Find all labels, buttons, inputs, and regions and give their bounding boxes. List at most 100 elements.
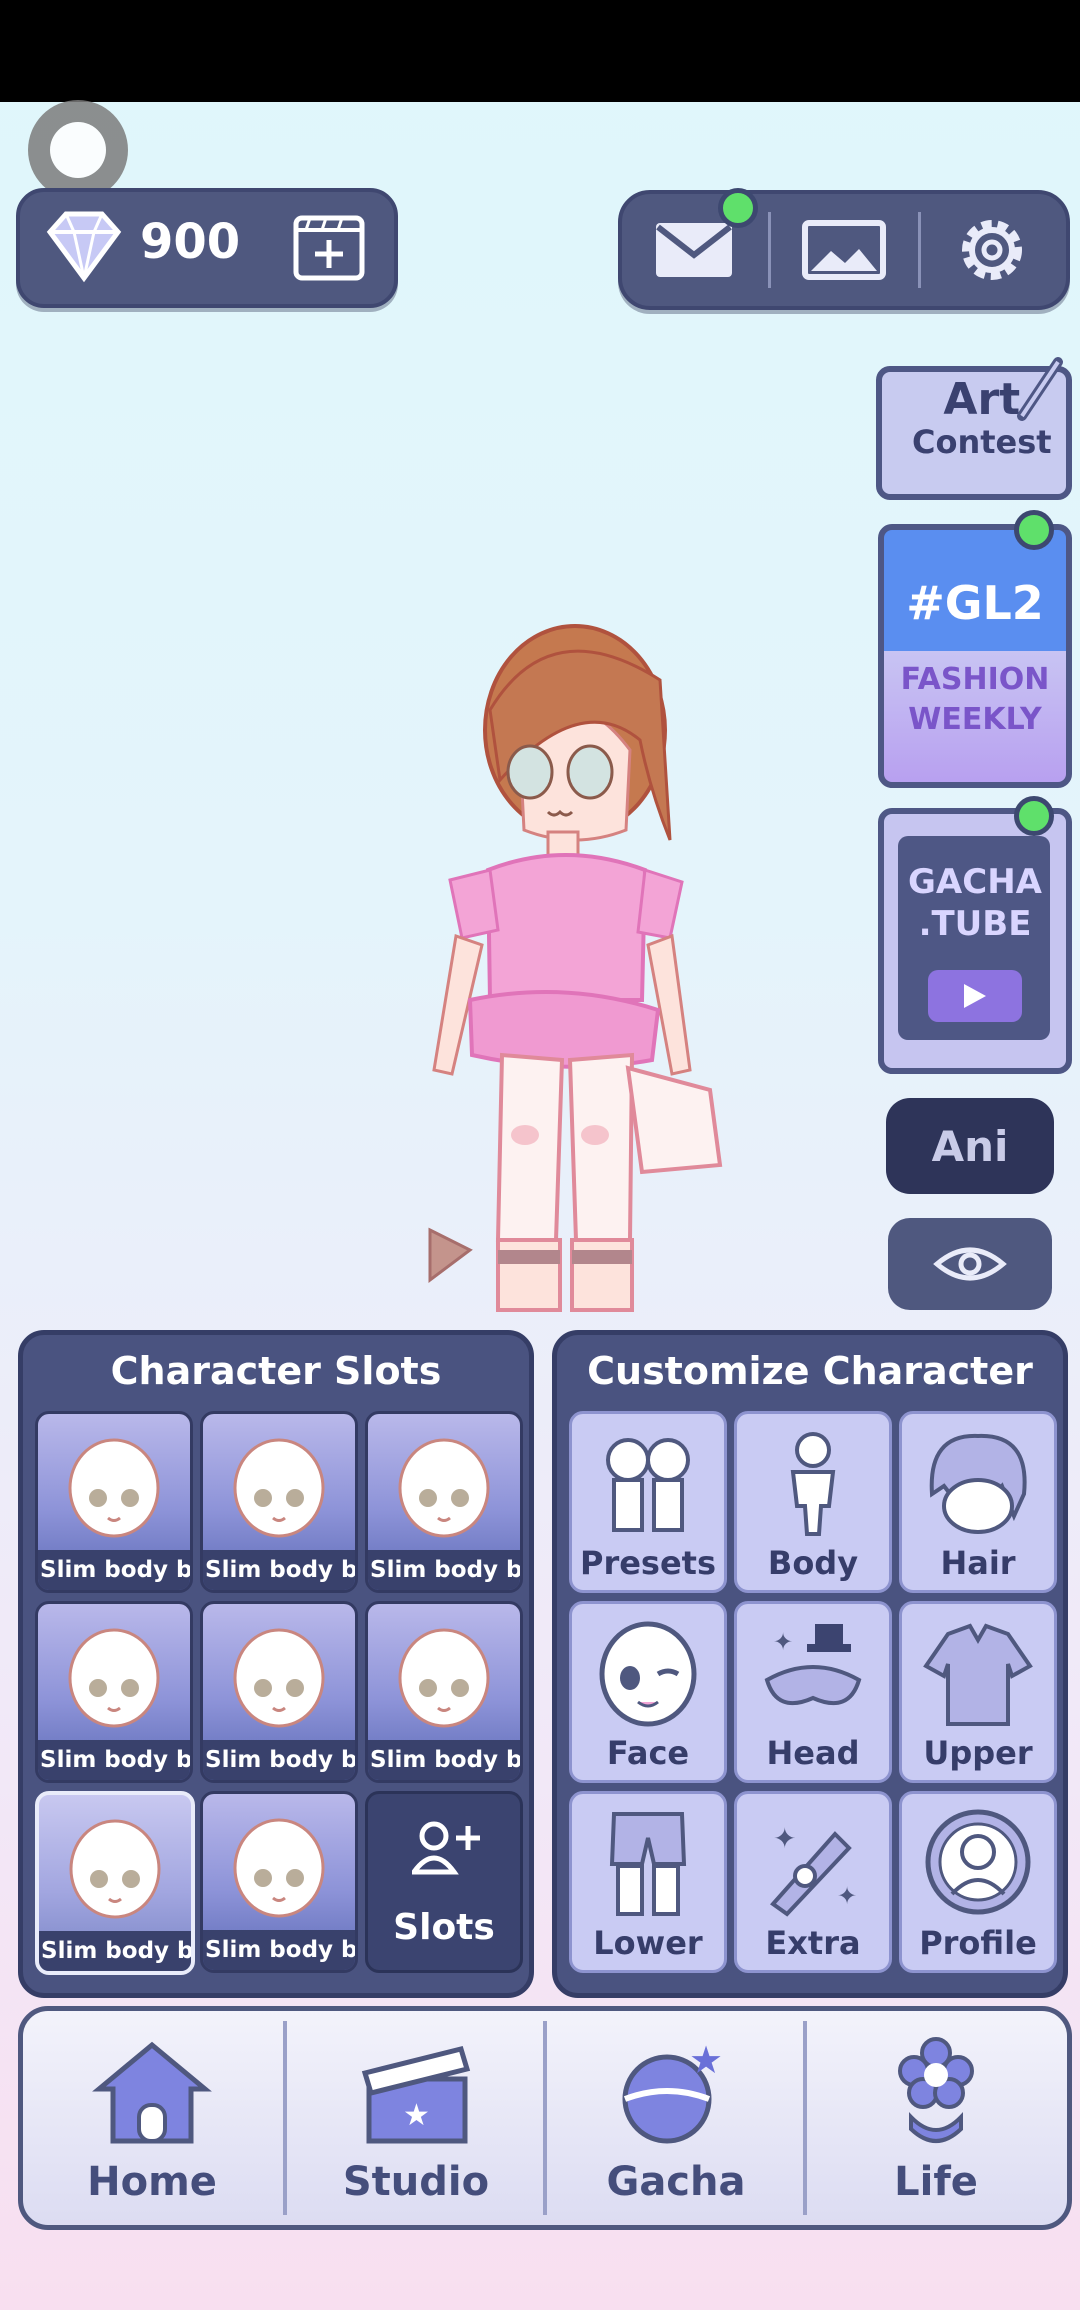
mail-icon bbox=[656, 223, 732, 277]
face-label: Face bbox=[606, 1734, 690, 1772]
svg-text:✦: ✦ bbox=[773, 1628, 793, 1656]
upper-icon bbox=[923, 1623, 1033, 1726]
character-slot-7-selected[interactable]: Slim body bas bbox=[35, 1791, 195, 1975]
character-avatar-icon bbox=[68, 1628, 160, 1728]
head-icon: ✦ bbox=[764, 1624, 862, 1706]
gallery-button[interactable] bbox=[774, 202, 914, 298]
gl2-tag: #GL2 bbox=[906, 576, 1044, 630]
gacha-tube-line2: .TUBE bbox=[918, 904, 1032, 944]
slot-label: Slim body bas bbox=[38, 1550, 190, 1590]
customize-head[interactable]: ✦ Head bbox=[734, 1601, 892, 1783]
gear-icon bbox=[962, 220, 1022, 280]
svg-text:★: ★ bbox=[403, 2098, 430, 2133]
customize-presets[interactable]: Presets bbox=[569, 1411, 727, 1593]
slot-label: Slim body bas bbox=[203, 1930, 355, 1970]
character-slot-4[interactable]: Slim body bas bbox=[35, 1601, 193, 1783]
slot-label: Slim body bas bbox=[203, 1550, 355, 1590]
art-contest-button[interactable]: Art Contest bbox=[876, 357, 1072, 500]
gacha-tube-line1: GACHA bbox=[908, 862, 1042, 902]
nav-home[interactable]: Home bbox=[23, 2011, 281, 2225]
settings-button[interactable] bbox=[922, 202, 1062, 298]
slot-label: Slim body bas bbox=[38, 1740, 190, 1780]
gem-count: 900 bbox=[140, 214, 241, 270]
nav-studio[interactable]: ★ Studio bbox=[287, 2011, 545, 2225]
character-slot-6[interactable]: Slim body bas bbox=[365, 1601, 523, 1783]
gacha-icon: ★ bbox=[622, 2038, 723, 2144]
customize-character-title: Customize Character bbox=[587, 1349, 1033, 1393]
eye-icon bbox=[933, 1247, 1007, 1281]
fashion-weekly-button[interactable]: #GL2 FASHION WEEKLY bbox=[878, 524, 1072, 788]
character-slots-panel: Character Slots Slim body bas Slim body … bbox=[18, 1330, 534, 1998]
studio-icon: ★ bbox=[361, 2045, 471, 2144]
customize-character-panel: Customize Character Presets Body Hair Fa… bbox=[552, 1330, 1068, 1998]
character-slot-5[interactable]: Slim body bas bbox=[200, 1601, 358, 1783]
svg-text:✦: ✦ bbox=[837, 1882, 857, 1910]
visibility-button[interactable] bbox=[888, 1218, 1052, 1310]
character-slot-2[interactable]: Slim body bas bbox=[200, 1411, 358, 1593]
character-slot-3[interactable]: Slim body bas bbox=[365, 1411, 523, 1593]
animation-button[interactable]: Ani bbox=[886, 1098, 1054, 1194]
pencil-icon bbox=[1017, 357, 1063, 421]
character-avatar-icon bbox=[68, 1438, 160, 1538]
extra-icon: ✦ ✦ bbox=[770, 1822, 857, 1917]
status-bar bbox=[0, 0, 1080, 102]
gacha-tube-button[interactable]: GACHA .TUBE bbox=[878, 808, 1072, 1074]
body-icon bbox=[790, 1432, 836, 1536]
top-menu-panel bbox=[618, 188, 1070, 310]
svg-text:✦: ✦ bbox=[773, 1822, 796, 1855]
play-icon bbox=[928, 970, 1022, 1022]
customize-lower[interactable]: Lower bbox=[569, 1791, 727, 1973]
add-gems-icon[interactable] bbox=[292, 214, 366, 282]
presets-icon bbox=[606, 1438, 690, 1532]
diamond-icon bbox=[46, 211, 122, 283]
nav-gacha[interactable]: ★ Gacha bbox=[547, 2011, 805, 2225]
customize-upper[interactable]: Upper bbox=[899, 1601, 1057, 1783]
character-avatar-icon bbox=[233, 1438, 325, 1538]
character-avatar-icon bbox=[69, 1819, 161, 1919]
tube-notification-dot bbox=[1014, 796, 1054, 836]
character-slot-1[interactable]: Slim body bas bbox=[35, 1411, 193, 1593]
hair-icon bbox=[929, 1433, 1027, 1534]
fashion-notification-dot bbox=[1014, 510, 1054, 550]
presets-label: Presets bbox=[579, 1544, 717, 1582]
character-slots-title: Character Slots bbox=[110, 1349, 442, 1393]
life-icon bbox=[898, 2037, 974, 2143]
floating-toggle-button[interactable] bbox=[28, 100, 128, 200]
slot-label: Slim body bas bbox=[368, 1740, 520, 1780]
hair-label: Hair bbox=[940, 1544, 1016, 1582]
add-slots-button[interactable]: Slots bbox=[365, 1791, 523, 1973]
customize-hair[interactable]: Hair bbox=[899, 1411, 1057, 1593]
nav-life-label: Life bbox=[894, 2159, 978, 2205]
extra-label: Extra bbox=[765, 1924, 861, 1962]
customize-body[interactable]: Body bbox=[734, 1411, 892, 1593]
add-user-icon bbox=[412, 1821, 480, 1875]
character-preview[interactable] bbox=[390, 600, 740, 1340]
nav-life[interactable]: Life bbox=[807, 2011, 1065, 2225]
customize-face[interactable]: Face bbox=[569, 1601, 727, 1783]
nav-gacha-label: Gacha bbox=[606, 2159, 746, 2205]
character-avatar-icon bbox=[398, 1628, 490, 1728]
bottom-navigation: Home ★ Studio ★ Gacha Life bbox=[18, 2006, 1072, 2230]
customize-profile[interactable]: Profile bbox=[899, 1791, 1057, 1973]
currency-panel: 900 bbox=[16, 188, 398, 308]
character-avatar-icon bbox=[398, 1438, 490, 1538]
image-icon bbox=[802, 220, 886, 280]
art-contest-line2: Contest bbox=[912, 423, 1052, 461]
upper-label: Upper bbox=[923, 1734, 1033, 1772]
profile-icon bbox=[925, 1809, 1031, 1915]
customize-extra[interactable]: ✦ ✦ Extra bbox=[734, 1791, 892, 1973]
slot-label: Slim body bas bbox=[203, 1740, 355, 1780]
mail-notification-dot bbox=[718, 188, 758, 228]
body-label: Body bbox=[767, 1544, 859, 1582]
character-slot-8[interactable]: Slim body bas bbox=[200, 1791, 358, 1973]
profile-label: Profile bbox=[919, 1924, 1037, 1962]
character-avatar-icon bbox=[233, 1818, 325, 1918]
lower-label: Lower bbox=[593, 1924, 703, 1962]
svg-text:★: ★ bbox=[689, 2038, 723, 2082]
slot-label: Slim body bas bbox=[39, 1931, 191, 1971]
add-slots-label: Slots bbox=[393, 1907, 495, 1948]
fashion-line: FASHION bbox=[900, 662, 1050, 697]
home-icon bbox=[92, 2041, 212, 2144]
slot-label: Slim body bas bbox=[368, 1550, 520, 1590]
lower-icon bbox=[609, 1812, 687, 1916]
